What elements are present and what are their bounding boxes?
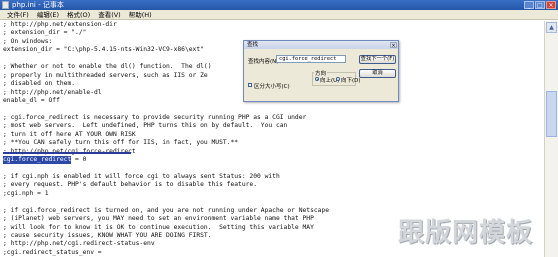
editor-line: ;cgi.nph = 1 xyxy=(3,189,49,197)
editor-line: ; http://php.net/extension-dir xyxy=(3,21,117,28)
editor-line-selected: cgi.force_redirect = 0 xyxy=(3,156,543,165)
scrollbar-thumb[interactable] xyxy=(546,91,557,137)
editor-line: ; every request. PHP's default behavior … xyxy=(3,181,258,189)
selected-text: cgi.force_redirect xyxy=(3,156,72,165)
find-dialog-close-button[interactable]: × xyxy=(390,42,397,49)
menu-file[interactable]: 文件(F) xyxy=(3,10,33,19)
find-dialog-title[interactable]: 查找 xyxy=(244,41,398,49)
notepad-icon xyxy=(2,1,9,9)
find-what-input[interactable] xyxy=(276,55,346,63)
editor-line: ; **You CAN safely turn this off for IIS… xyxy=(3,139,239,147)
watermark-logo: 跟版网模板 xyxy=(398,218,534,248)
title-bar[interactable]: php.ini - 记事本 _ □ × xyxy=(0,0,558,10)
window-title: php.ini - 记事本 xyxy=(12,1,64,9)
maximize-button[interactable]: □ xyxy=(535,1,545,9)
menu-format[interactable]: 格式(O) xyxy=(63,10,94,19)
menu-bar: 文件(F) 编辑(E) 格式(O) 查看(V) 帮助(H) xyxy=(0,10,558,20)
editor-line: ; if cgi.nph is enabled it will force cg… xyxy=(3,172,280,180)
selected-line-rest: = 0 xyxy=(71,156,87,163)
window-controls: _ □ × xyxy=(524,1,556,9)
minimize-button[interactable]: _ xyxy=(524,1,534,9)
direction-up-radio[interactable] xyxy=(315,77,319,81)
match-case-checkbox[interactable] xyxy=(248,83,252,87)
editor-line: ; turn it off here AT YOUR OWN RISK xyxy=(3,130,136,138)
editor-line: ; extension_dir = "./" xyxy=(3,29,87,37)
match-case-label: 区分大小写(C) xyxy=(254,84,290,90)
find-next-button[interactable]: 查找下一个(F) xyxy=(359,55,396,64)
editor-line: ;cgi.redirect_status_env = xyxy=(3,248,102,256)
find-dialog: 查找 × 查找内容(N): 查找下一个(F) 取消 方向 向上(U) 向下(D)… xyxy=(243,40,399,102)
close-button[interactable]: × xyxy=(546,1,556,9)
editor-line: ; most web servers. Left undefined, PHP … xyxy=(3,122,288,130)
menu-edit[interactable]: 编辑(E) xyxy=(33,10,63,19)
editor-line: ; cgi.force_redirect is necessary to pro… xyxy=(3,113,307,121)
vertical-scrollbar[interactable]: ▲ xyxy=(544,21,558,257)
menu-help[interactable]: 帮助(H) xyxy=(125,10,156,19)
direction-down-radio[interactable] xyxy=(336,77,340,81)
scroll-up-arrow-icon[interactable]: ▲ xyxy=(546,22,557,33)
cancel-button[interactable]: 取消 xyxy=(359,69,396,78)
highlight-underline xyxy=(3,152,131,154)
direction-down-label: 向下(D) xyxy=(341,78,361,84)
menu-view[interactable]: 查看(V) xyxy=(94,10,125,19)
